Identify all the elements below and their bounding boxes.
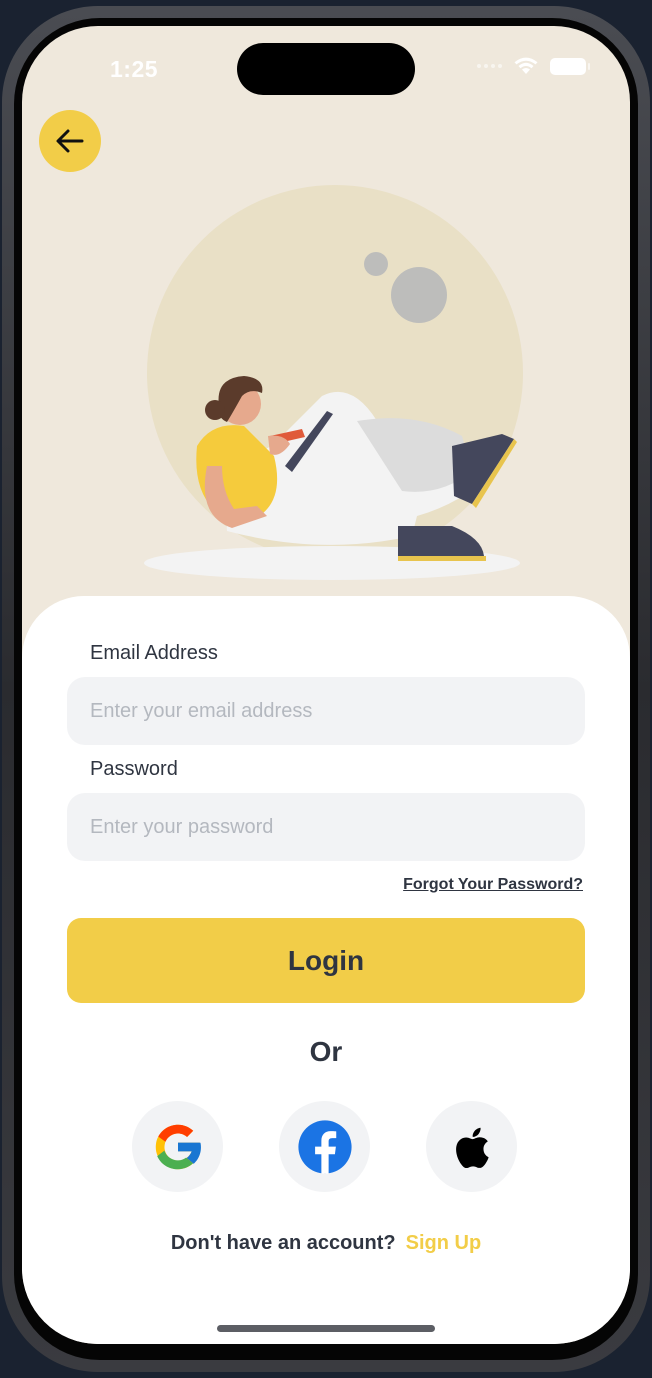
apple-login-button[interactable] — [426, 1101, 517, 1192]
reading-woman-illustration — [144, 185, 523, 580]
floor-shoe — [398, 526, 484, 558]
signup-prompt: Don't have an account? — [170, 1232, 396, 1254]
signup-link[interactable]: Sign Up — [406, 1232, 482, 1254]
battery-icon — [550, 57, 590, 75]
large-planet — [391, 267, 447, 323]
small-planet — [364, 252, 388, 276]
wifi-icon — [514, 57, 538, 74]
hair-bun — [205, 400, 225, 420]
app-screen: 1:25 Email Address Password Forgot Your … — [22, 26, 630, 1344]
apple-icon — [455, 1127, 489, 1168]
google-login-button[interactable] — [132, 1101, 223, 1192]
status-icons — [477, 56, 590, 76]
dynamic-island — [237, 43, 415, 95]
signup-row: Don't have an account? Sign Up — [22, 1232, 630, 1255]
forgot-password-link[interactable]: Forgot Your Password? — [403, 876, 583, 894]
arrow-left-icon — [56, 129, 84, 153]
password-input[interactable] — [67, 793, 585, 861]
email-label: Email Address — [90, 642, 218, 664]
or-divider-text: Or — [309, 1036, 343, 1067]
password-label: Password — [90, 758, 178, 780]
status-time: 1:25 — [110, 56, 159, 82]
home-indicator[interactable] — [217, 1325, 435, 1332]
facebook-login-button[interactable] — [279, 1101, 370, 1192]
cellular-signal-icon — [477, 64, 502, 68]
email-input[interactable] — [67, 677, 585, 745]
login-button[interactable]: Login — [67, 918, 585, 1003]
facebook-icon — [297, 1119, 352, 1174]
back-button[interactable] — [39, 110, 101, 172]
google-icon — [155, 1124, 202, 1169]
floor-shoe-sole — [398, 556, 486, 561]
